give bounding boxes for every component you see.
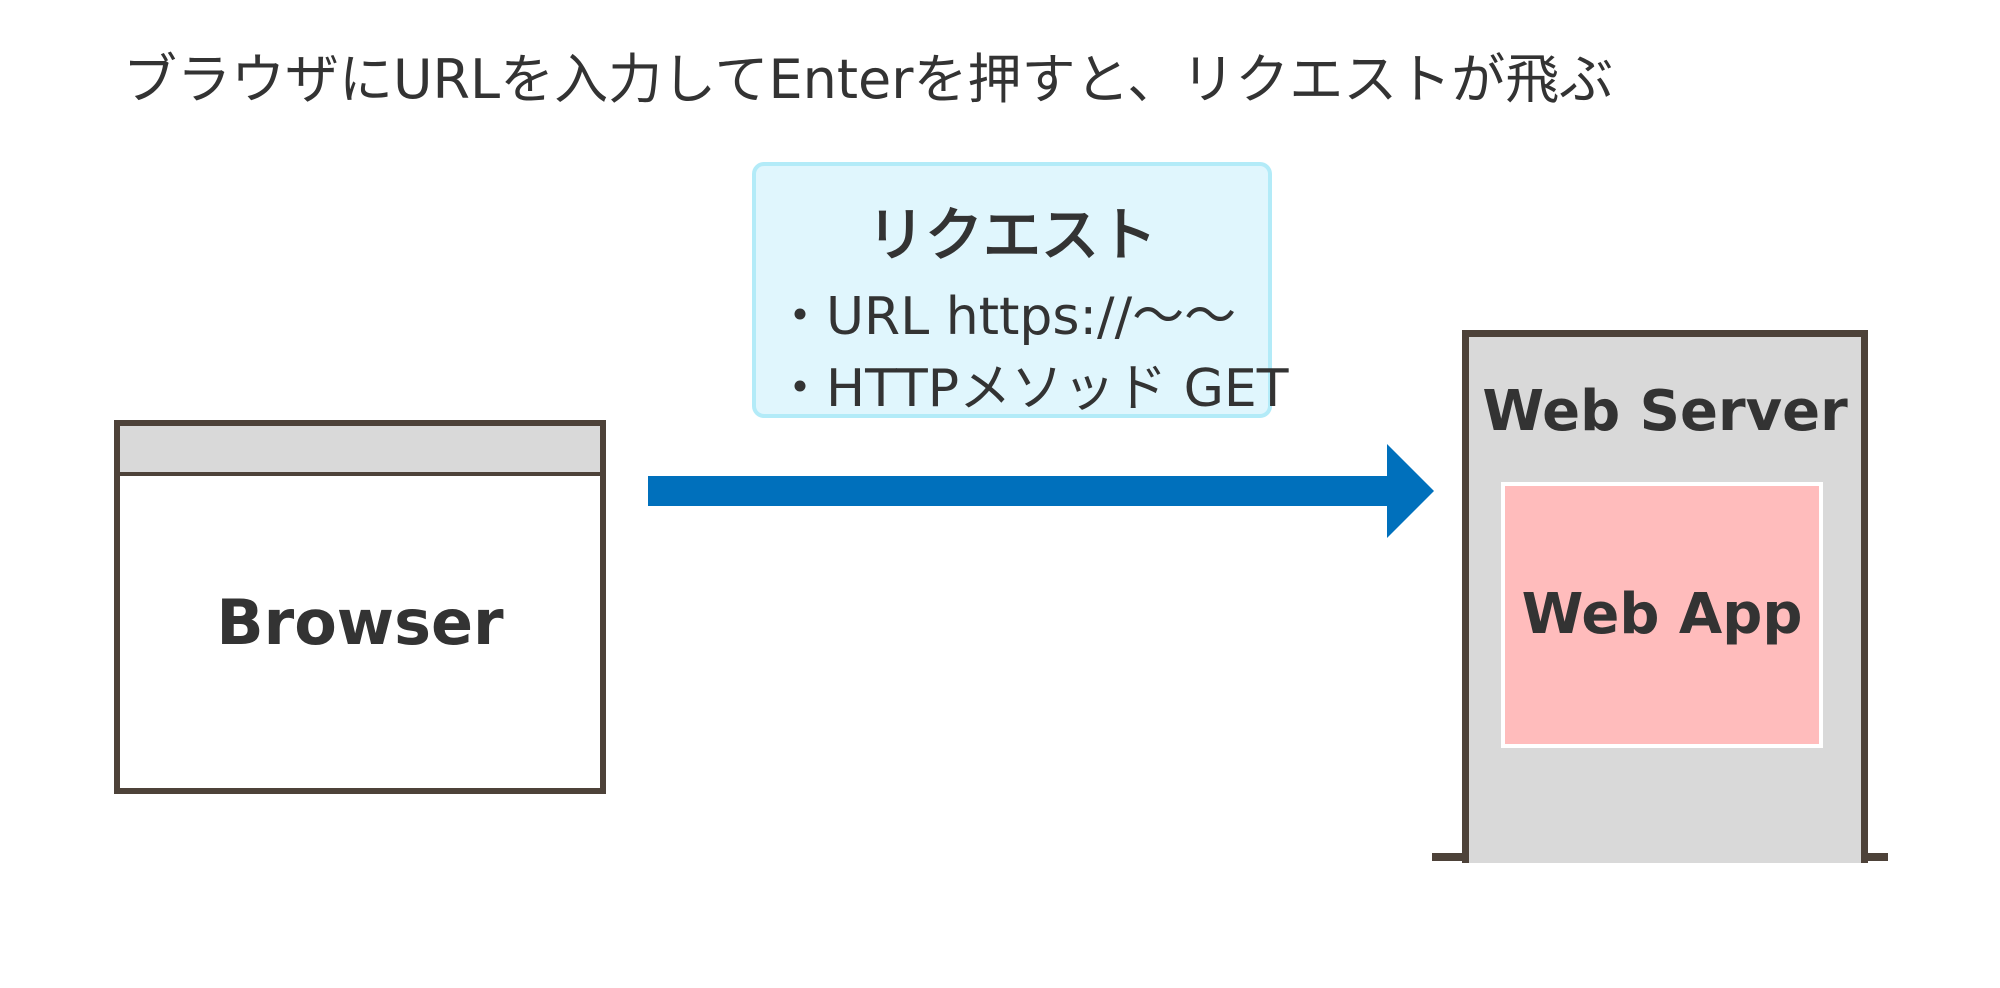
request-callout: リクエスト ・URL https://〜〜 ・HTTPメソッド GET	[752, 162, 1289, 419]
web-app-box: Web App	[1501, 482, 1823, 748]
request-method-line: ・HTTPメソッド GET	[774, 359, 1289, 419]
browser-window: Browser	[114, 420, 606, 794]
diagram-title: ブラウザにURLを入力してEnterを押すと、リクエストが飛ぶ	[123, 48, 1614, 111]
browser-label: Browser	[216, 586, 504, 659]
web-server-box: Web Server Web App	[1462, 330, 1868, 863]
request-url-line: ・URL https://〜〜	[774, 287, 1237, 347]
request-arrow	[648, 444, 1434, 538]
web-server-label: Web Server	[1482, 379, 1848, 444]
browser-titlebar	[120, 426, 600, 476]
request-arrow-shape	[648, 444, 1434, 538]
web-app-label: Web App	[1521, 582, 1803, 647]
request-title: リクエスト	[866, 201, 1157, 269]
